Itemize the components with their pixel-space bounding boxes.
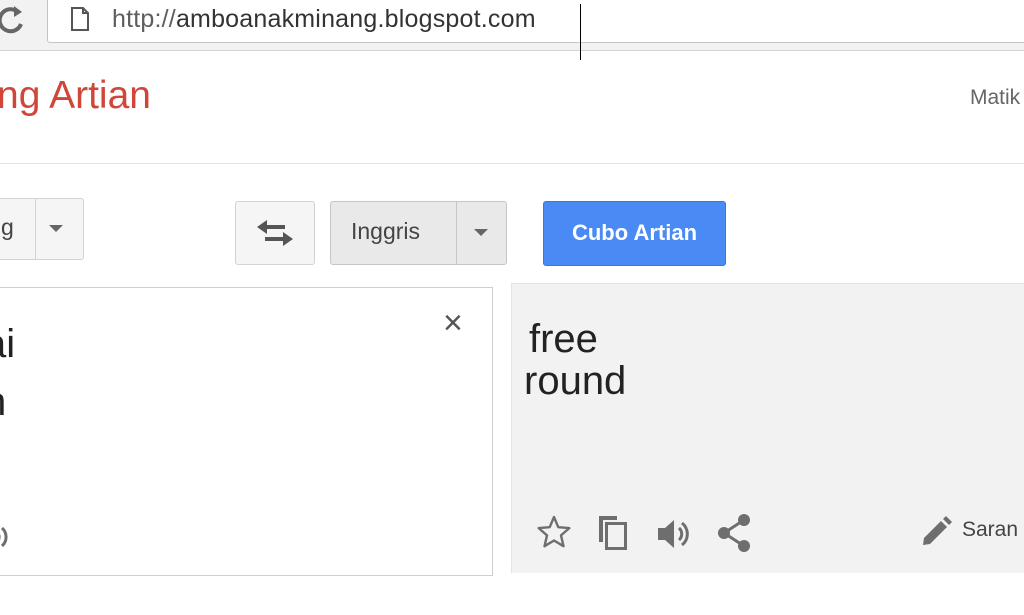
pencil-icon[interactable] [919, 515, 953, 549]
url-text[interactable]: http://amboanakminang.blogspot.com [112, 5, 536, 34]
swap-icon [257, 220, 293, 246]
url-host: amboanakminang.blogspot.com [175, 5, 536, 33]
translate-button[interactable]: Cubo Artian [543, 201, 726, 266]
url-prefix: http:// [112, 5, 176, 33]
site-title[interactable]: ng Artian [0, 74, 151, 118]
share-icon[interactable] [715, 512, 753, 554]
divider [456, 202, 457, 264]
header-link[interactable]: Matik [970, 86, 1020, 110]
clear-text-button[interactable]: × [443, 306, 463, 340]
source-language-select[interactable]: g [0, 198, 84, 260]
star-icon[interactable] [536, 514, 572, 550]
copy-icon[interactable] [595, 512, 631, 552]
translation-line: round [524, 359, 627, 403]
header-divider [0, 163, 1024, 164]
listen-icon[interactable] [0, 522, 22, 552]
source-language-label: g [1, 214, 14, 240]
target-language-label: Inggris [351, 218, 421, 244]
source-text[interactable]: ai n [0, 315, 15, 431]
target-language-select[interactable]: Inggris [330, 201, 507, 265]
source-text-area[interactable] [0, 287, 493, 576]
translation-text: free round [524, 318, 626, 402]
suggest-edit-link[interactable]: Saran [962, 518, 1018, 542]
chevron-down-icon [474, 229, 488, 236]
translation-line: free [529, 317, 598, 361]
swap-languages-button[interactable] [235, 201, 315, 265]
divider [35, 199, 36, 259]
reload-icon[interactable] [0, 2, 24, 38]
speaker-icon[interactable] [655, 516, 691, 552]
chevron-down-icon [49, 225, 63, 232]
page-icon [71, 7, 89, 31]
text-cursor [580, 4, 581, 60]
